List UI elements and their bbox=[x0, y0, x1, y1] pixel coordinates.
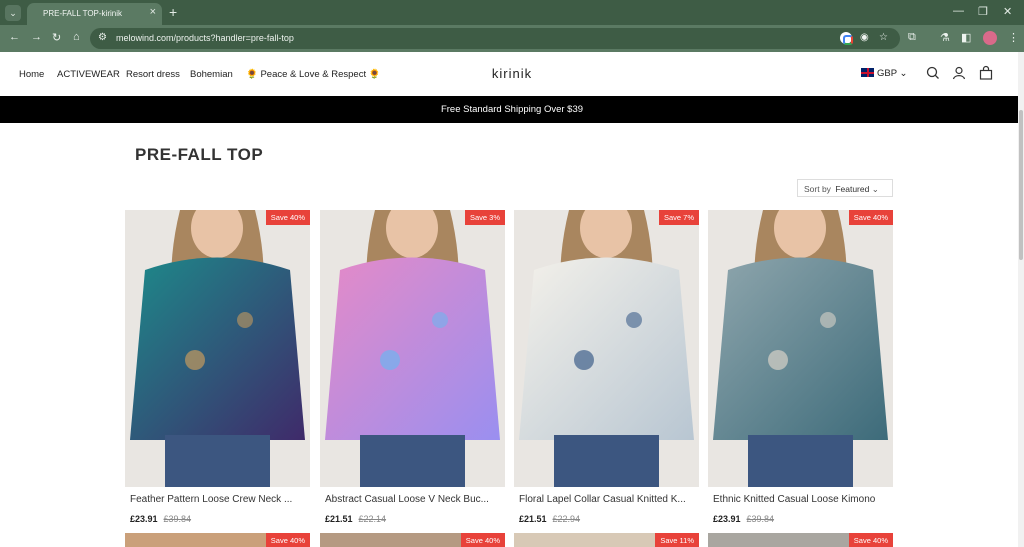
currency-code: GBP bbox=[877, 68, 897, 79]
user-icon[interactable] bbox=[951, 65, 967, 81]
product-photo bbox=[514, 210, 699, 487]
close-window-icon[interactable]: ✕ bbox=[1003, 5, 1012, 18]
product-photo bbox=[320, 210, 505, 487]
save-badge: Save 3% bbox=[464, 210, 505, 225]
sale-price: £21.51 bbox=[325, 514, 353, 524]
product-photo bbox=[125, 210, 310, 487]
page-scrollbar[interactable] bbox=[1018, 52, 1024, 547]
more-vertical-icon[interactable]: ⋮ bbox=[1008, 31, 1019, 44]
extensions-icon[interactable]: ⧉ bbox=[908, 31, 916, 44]
save-badge: Save 11% bbox=[655, 533, 699, 547]
site-info-icon[interactable]: ⚙ bbox=[98, 32, 107, 43]
eye-off-icon[interactable]: ◉ bbox=[860, 32, 869, 43]
compare-price: £22.14 bbox=[358, 514, 387, 524]
scroll-thumb[interactable] bbox=[1019, 110, 1023, 260]
sort-label: Sort by bbox=[804, 184, 831, 194]
site-header: Home ACTIVEWEAR Resort dress Bohemian 🌻 … bbox=[0, 52, 1024, 96]
browser-toolbar: ← → ↻ ⌂ ⚙ melowind.com/products?handler=… bbox=[0, 25, 1024, 52]
product-price: £23.91 £39.84 bbox=[713, 514, 774, 524]
product-image[interactable]: Save 3% bbox=[320, 210, 505, 487]
product-card[interactable]: Save 40% bbox=[708, 533, 893, 547]
lab-flask-icon[interactable]: ⚗ bbox=[940, 31, 950, 44]
save-badge: Save 40% bbox=[848, 533, 893, 547]
tab-title: PRE-FALL TOP-kirinik bbox=[43, 9, 122, 18]
page-title: PRE-FALL TOP bbox=[135, 145, 264, 164]
plus-icon[interactable]: + bbox=[169, 4, 177, 20]
product-name[interactable]: Feather Pattern Loose Crew Neck ... bbox=[130, 494, 306, 505]
sale-price: £23.91 bbox=[130, 514, 158, 524]
close-icon[interactable]: × bbox=[150, 6, 156, 18]
cart-icon[interactable] bbox=[978, 65, 994, 81]
save-badge: Save 40% bbox=[265, 533, 310, 547]
home-icon[interactable]: ⌂ bbox=[73, 31, 80, 43]
product-price: £23.91 £39.84 bbox=[130, 514, 191, 524]
sort-value: Featured bbox=[835, 184, 870, 194]
product-image[interactable]: Save 7% bbox=[514, 210, 699, 487]
google-icon[interactable] bbox=[840, 32, 853, 45]
compare-price: £39.84 bbox=[746, 514, 775, 524]
back-arrow-icon[interactable]: ← bbox=[9, 31, 20, 43]
chevron-down-icon: ⌄ bbox=[871, 184, 879, 194]
product-image[interactable]: Save 40% bbox=[125, 210, 310, 487]
search-icon[interactable] bbox=[925, 65, 941, 81]
tab-search-chevron-down-icon[interactable]: ⌄ bbox=[5, 5, 21, 21]
save-badge: Save 40% bbox=[265, 210, 310, 225]
reload-icon[interactable]: ↻ bbox=[52, 31, 61, 44]
sale-price: £21.51 bbox=[519, 514, 547, 524]
save-badge: Save 7% bbox=[658, 210, 699, 225]
save-badge: Save 40% bbox=[848, 210, 893, 225]
chevron-down-icon: ⌄ bbox=[899, 68, 908, 79]
star-icon[interactable]: ☆ bbox=[879, 32, 888, 43]
sort-dropdown[interactable]: Sort by Featured ⌄ bbox=[797, 179, 893, 197]
address-bar[interactable]: ⚙ melowind.com/products?handler=pre-fall… bbox=[90, 28, 900, 49]
browser-tab[interactable]: PRE-FALL TOP-kirinik × bbox=[27, 3, 162, 25]
announcement-bar: Free Standard Shipping Over $39 bbox=[0, 96, 1024, 123]
compare-price: £22.94 bbox=[552, 514, 581, 524]
currency-selector[interactable]: GBP ⌄ bbox=[861, 68, 908, 79]
side-panel-icon[interactable]: ◧ bbox=[961, 31, 971, 44]
product-card[interactable]: Save 40% bbox=[320, 533, 505, 547]
compare-price: £39.84 bbox=[163, 514, 192, 524]
sale-price: £23.91 bbox=[713, 514, 741, 524]
product-name[interactable]: Abstract Casual Loose V Neck Buc... bbox=[325, 494, 501, 505]
save-badge: Save 40% bbox=[460, 533, 505, 547]
product-image[interactable]: Save 40% bbox=[708, 210, 893, 487]
product-card[interactable]: Save 40% bbox=[125, 533, 310, 547]
product-name[interactable]: Ethnic Knitted Casual Loose Kimono bbox=[713, 494, 889, 505]
product-card[interactable]: Save 11% bbox=[514, 533, 699, 547]
forward-arrow-icon[interactable]: → bbox=[31, 31, 42, 43]
restore-icon[interactable]: ❐ bbox=[978, 5, 988, 18]
uk-flag-icon bbox=[861, 68, 874, 77]
product-price: £21.51 £22.94 bbox=[519, 514, 580, 524]
url-text[interactable]: melowind.com/products?handler=pre-fall-t… bbox=[116, 33, 294, 43]
product-name[interactable]: Floral Lapel Collar Casual Knitted K... bbox=[519, 494, 695, 505]
product-photo bbox=[708, 210, 893, 487]
browser-tabstrip: ⌄ PRE-FALL TOP-kirinik × + — ❐ ✕ bbox=[0, 0, 1024, 25]
product-price: £21.51 £22.14 bbox=[325, 514, 386, 524]
minimize-icon[interactable]: — bbox=[953, 5, 964, 17]
profile-avatar[interactable] bbox=[983, 31, 997, 45]
